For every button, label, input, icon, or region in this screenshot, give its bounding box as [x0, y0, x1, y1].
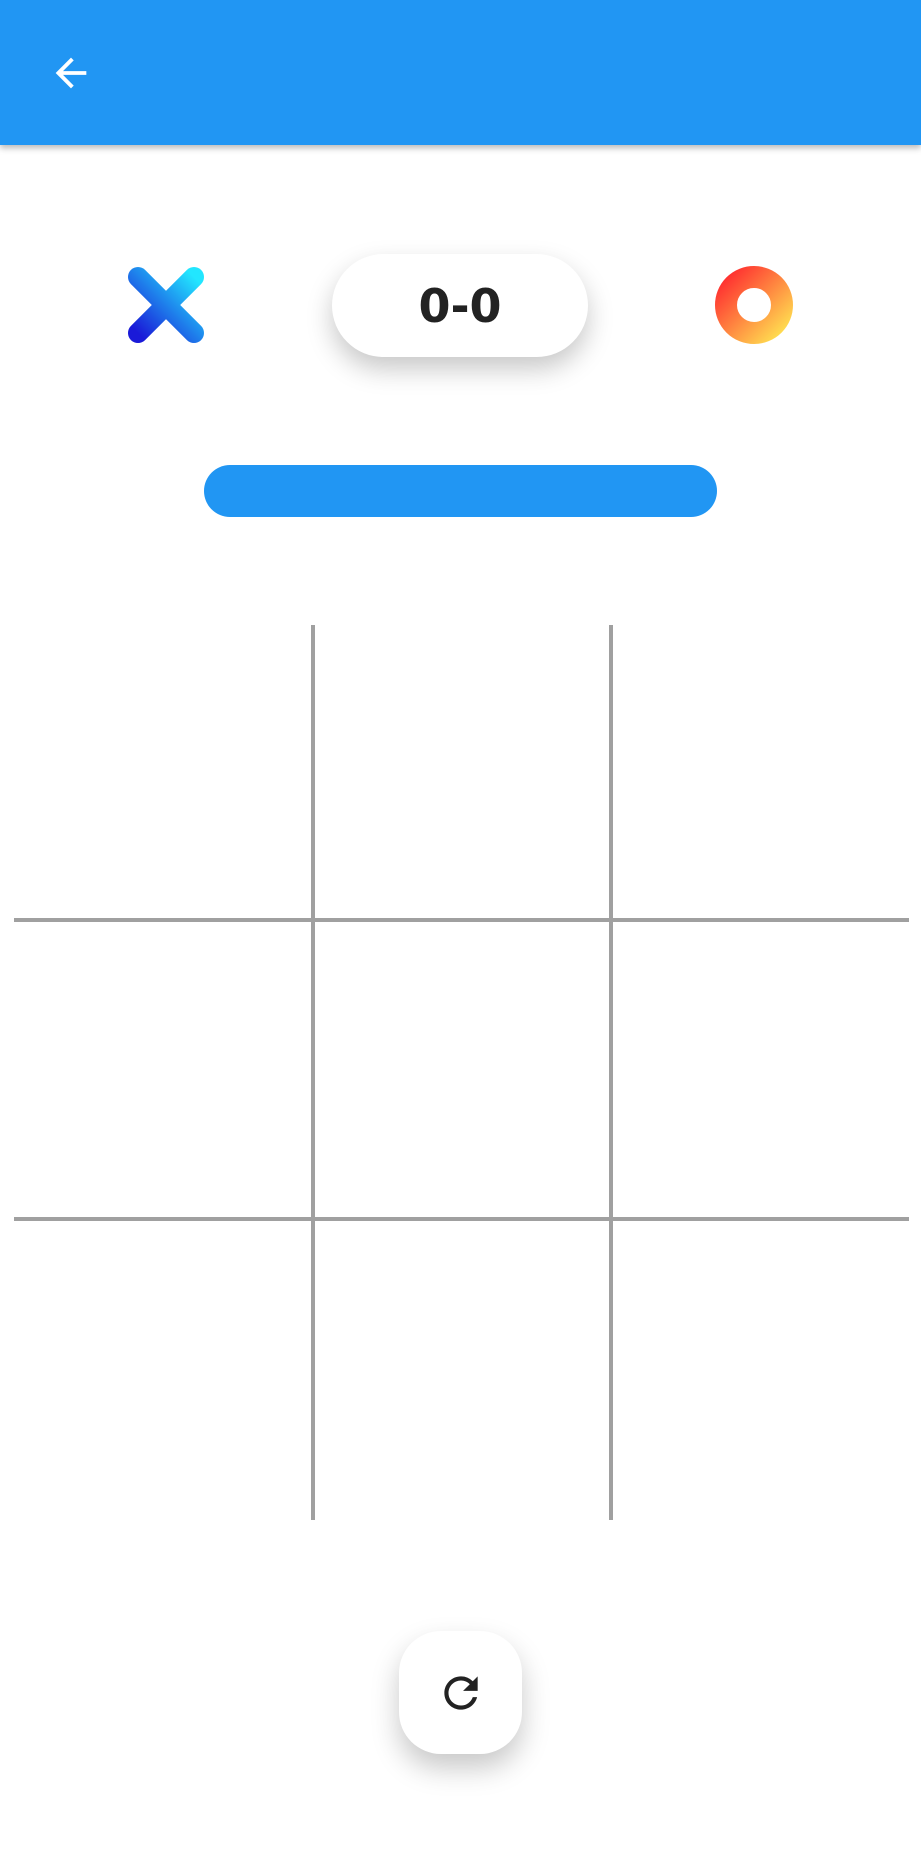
arrow-back-icon [55, 57, 87, 89]
board-cell-7[interactable] [14, 1222, 312, 1520]
board-cell-2[interactable] [312, 625, 610, 923]
board-cell-1[interactable] [14, 625, 312, 923]
board-cell-6[interactable] [611, 923, 909, 1221]
board-cell-3[interactable] [611, 625, 909, 923]
game-board [14, 625, 909, 1520]
board-cell-4[interactable] [14, 923, 312, 1221]
x-player-icon [126, 265, 206, 345]
refresh-icon [443, 1675, 478, 1710]
board-cell-9[interactable] [611, 1222, 909, 1520]
score-display: 0-0 [332, 254, 588, 357]
board-cell-8[interactable] [312, 1222, 610, 1520]
app-bar [0, 0, 921, 145]
reset-button[interactable] [399, 1631, 522, 1754]
o-player-icon [714, 265, 794, 345]
turn-indicator-bar [204, 465, 717, 517]
back-button[interactable] [40, 45, 102, 101]
board-cell-5[interactable] [312, 923, 610, 1221]
